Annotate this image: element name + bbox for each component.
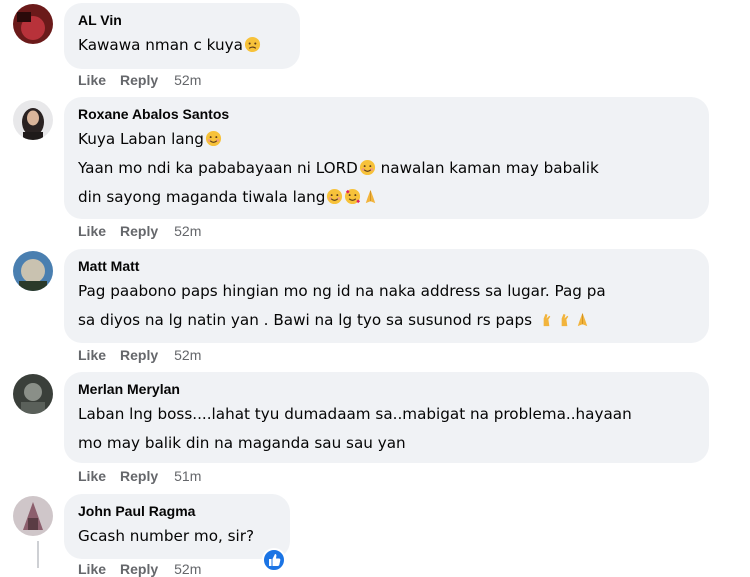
comment-bubble: John Paul Ragma Gcash number mo, sir?	[64, 494, 290, 559]
thread-line	[37, 541, 39, 568]
comment-author[interactable]: AL Vin	[78, 12, 286, 28]
comment-text: Kawawa nman c kuya	[78, 31, 286, 60]
smiling-face-icon	[359, 157, 376, 176]
reply-button[interactable]: Reply	[120, 72, 158, 88]
comment-text: Pag paabono paps hingian mo ng id na nak…	[78, 282, 606, 329]
timestamp[interactable]: 52m	[174, 223, 201, 239]
avatar[interactable]	[13, 4, 53, 44]
avatar[interactable]	[13, 496, 53, 536]
reply-button[interactable]: Reply	[120, 561, 158, 577]
comment-author[interactable]: Matt Matt	[78, 258, 695, 274]
comment-actions: Like Reply 51m	[78, 468, 215, 484]
comment-text: Laban lng boss....lahat tyu dumadaam sa.…	[78, 405, 632, 452]
reply-button[interactable]: Reply	[120, 223, 158, 239]
praying-hands-icon	[574, 309, 591, 327]
like-button[interactable]: Like	[78, 561, 106, 577]
avatar[interactable]	[13, 251, 53, 291]
comment-author[interactable]: Merlan Merylan	[78, 381, 695, 397]
like-button[interactable]: Like	[78, 347, 106, 363]
comment-bubble: Merlan Merylan Laban lng boss....lahat t…	[64, 372, 709, 463]
fingers-crossed-icon	[556, 309, 573, 327]
like-button[interactable]: Like	[78, 72, 106, 88]
like-button[interactable]: Like	[78, 468, 106, 484]
praying-hands-icon	[362, 186, 379, 204]
like-button[interactable]: Like	[78, 223, 106, 239]
smiling-hearts-face-icon	[344, 186, 361, 205]
comment-bubble: Matt Matt Pag paabono paps hingian mo ng…	[64, 249, 709, 343]
comment-actions: Like Reply 52m	[78, 72, 215, 88]
smiling-face-icon	[205, 128, 222, 147]
fingers-crossed-icon	[538, 309, 555, 327]
avatar[interactable]	[13, 100, 53, 140]
thumbs-up-reaction-icon[interactable]	[262, 548, 286, 572]
disappointed-face-icon	[244, 34, 261, 53]
avatar[interactable]	[13, 374, 53, 414]
comment-bubble: Roxane Abalos Santos Kuya Laban lang Yaa…	[64, 97, 709, 219]
timestamp[interactable]: 51m	[174, 468, 201, 484]
smiling-face-icon	[326, 186, 343, 205]
timestamp[interactable]: 52m	[174, 561, 201, 577]
comment-actions: Like Reply 52m	[78, 561, 215, 577]
comment-bubble: AL Vin Kawawa nman c kuya	[64, 3, 300, 69]
comment-actions: Like Reply 52m	[78, 347, 215, 363]
timestamp[interactable]: 52m	[174, 347, 201, 363]
reply-button[interactable]: Reply	[120, 347, 158, 363]
comment-text: Kuya Laban lang Yaan mo ndi ka pababayaa…	[78, 128, 599, 206]
comment-author[interactable]: John Paul Ragma	[78, 503, 276, 519]
comment-text: Gcash number mo, sir?	[78, 527, 255, 545]
reply-button[interactable]: Reply	[120, 468, 158, 484]
timestamp[interactable]: 52m	[174, 72, 201, 88]
comment-actions: Like Reply 52m	[78, 223, 215, 239]
comment-author[interactable]: Roxane Abalos Santos	[78, 106, 695, 122]
